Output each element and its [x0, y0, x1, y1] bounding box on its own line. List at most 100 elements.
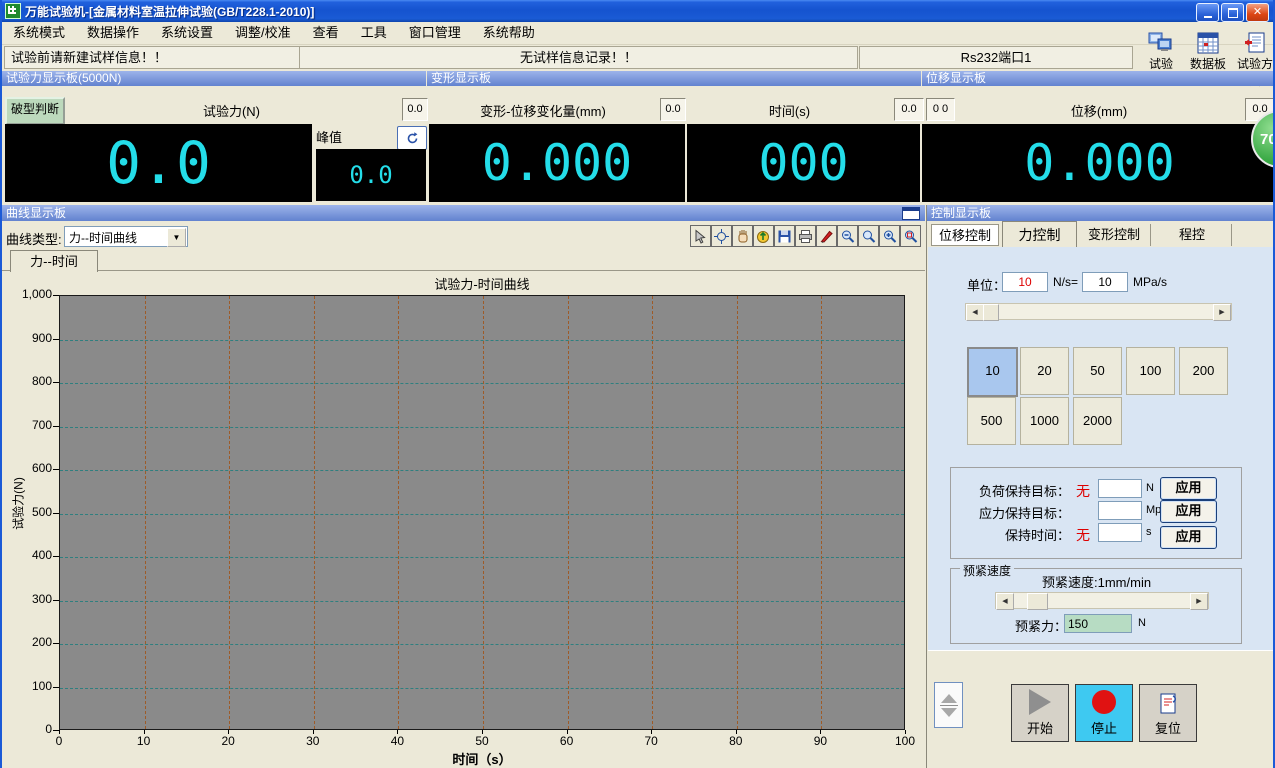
- zoom-region-icon: [903, 229, 918, 244]
- chart-plot-area[interactable]: [59, 295, 905, 730]
- scroll-left-icon[interactable]: ◀: [996, 593, 1014, 610]
- start-button-label: 开始: [1027, 718, 1053, 737]
- rate-unit-label: 单位：: [967, 275, 1006, 294]
- menu-data-operation[interactable]: 数据操作: [76, 22, 150, 44]
- speed-button-1000[interactable]: 1000: [1020, 397, 1069, 445]
- cursor-tool-button[interactable]: [690, 225, 711, 247]
- tab-displacement-control[interactable]: 位移控制: [931, 224, 999, 246]
- scroll-right-icon[interactable]: ▶: [1190, 593, 1208, 610]
- menu-system-settings[interactable]: 系统设置: [150, 22, 224, 44]
- displacement-panel-header: 位移显示板: [922, 71, 1275, 86]
- preload-scrollbar-thumb[interactable]: [1027, 593, 1048, 610]
- close-button[interactable]: ✕: [1246, 3, 1269, 22]
- annotate-tool-button[interactable]: [816, 225, 837, 247]
- load-hold-unit: N: [1146, 482, 1154, 494]
- arrow-down-icon: [941, 708, 957, 717]
- save-icon: [777, 229, 792, 244]
- export-icon: [756, 229, 771, 244]
- tab-force-time-curve[interactable]: 力--时间: [10, 250, 98, 272]
- stress-hold-input[interactable]: [1098, 501, 1142, 520]
- save-tool-button[interactable]: [774, 225, 795, 247]
- speed-button-500[interactable]: 500: [967, 397, 1016, 445]
- toolbar-test-button[interactable]: 试验: [1139, 31, 1183, 71]
- y-tick-mark: [53, 469, 59, 470]
- minimize-button[interactable]: [1196, 3, 1219, 22]
- displacement-aux-value-1: 0 0: [926, 98, 955, 121]
- restore-button[interactable]: [1221, 3, 1244, 22]
- chevron-down-icon[interactable]: ▼: [167, 228, 186, 247]
- stress-hold-apply-button[interactable]: 应用: [1160, 500, 1217, 523]
- menu-system-mode[interactable]: 系统模式: [2, 22, 76, 44]
- menu-tools[interactable]: 工具: [350, 22, 398, 44]
- menu-view[interactable]: 查看: [302, 22, 350, 44]
- crosshair-icon: [714, 229, 729, 244]
- speed-button-2000[interactable]: 2000: [1073, 397, 1122, 445]
- stop-record-icon: [1092, 690, 1116, 714]
- hold-time-apply-button[interactable]: 应用: [1160, 526, 1217, 549]
- close-icon: ✕: [1253, 7, 1262, 18]
- y-tick-label: 900: [4, 331, 52, 345]
- crosshead-jog-button[interactable]: [934, 682, 963, 728]
- print-tool-button[interactable]: [795, 225, 816, 247]
- x-tick-mark: [567, 730, 568, 734]
- menu-adjust-calibrate[interactable]: 调整/校准: [224, 22, 302, 44]
- application-window: 万能试验机-[金属材料室温拉伸试验(GB/T228.1-2010)] ✕ 系统模…: [0, 0, 1275, 768]
- x-tick-label: 30: [298, 734, 328, 748]
- menu-system-help[interactable]: 系统帮助: [472, 22, 546, 44]
- break-judge-button[interactable]: 破型判断: [5, 97, 65, 125]
- curve-type-select[interactable]: 力--时间曲线 ▼: [64, 226, 188, 247]
- rate-n-input[interactable]: [1002, 272, 1048, 292]
- stop-button[interactable]: 停止: [1075, 684, 1133, 742]
- hold-time-input[interactable]: [1098, 523, 1142, 542]
- rate-mpa-input[interactable]: [1082, 272, 1128, 292]
- zoom-in-tool-button[interactable]: [879, 225, 900, 247]
- tab-force-control[interactable]: 力控制: [1002, 221, 1077, 248]
- y-tick-mark: [53, 687, 59, 688]
- cursor-icon: [693, 229, 708, 244]
- toolbar-method-button[interactable]: 试验方法: [1233, 31, 1275, 71]
- load-hold-input[interactable]: [1098, 479, 1142, 498]
- x-tick-label: 10: [129, 734, 159, 748]
- crosshair-tool-button[interactable]: [711, 225, 732, 247]
- speed-button-50[interactable]: 50: [1073, 347, 1122, 395]
- load-hold-flag: 无: [1076, 481, 1090, 501]
- scroll-left-icon[interactable]: ◀: [966, 304, 984, 321]
- reset-button[interactable]: 复位: [1139, 684, 1197, 742]
- v-gridline: [398, 296, 399, 729]
- preload-force-unit: N: [1138, 617, 1146, 629]
- tab-program-control[interactable]: 程控: [1153, 224, 1232, 246]
- x-tick-label: 90: [805, 734, 835, 748]
- preload-scrollbar[interactable]: ◀ ▶: [995, 592, 1209, 609]
- displacement-label: 位移(mm): [957, 101, 1241, 120]
- zoom-out-tool-button[interactable]: [837, 225, 858, 247]
- speed-button-20[interactable]: 20: [1020, 347, 1069, 395]
- rate-scrollbar[interactable]: ◀ ▶: [965, 303, 1232, 320]
- zoom-reset-tool-button[interactable]: [900, 225, 921, 247]
- zoom-tool-button[interactable]: [858, 225, 879, 247]
- peak-refresh-button[interactable]: [397, 126, 427, 150]
- x-tick-mark: [482, 730, 483, 734]
- scroll-right-icon[interactable]: ▶: [1213, 304, 1231, 321]
- rate-scrollbar-thumb[interactable]: [983, 304, 999, 321]
- speed-button-100[interactable]: 100: [1126, 347, 1175, 395]
- load-hold-apply-button[interactable]: 应用: [1160, 477, 1217, 500]
- minimize-icon: [1204, 16, 1212, 18]
- zoom-out-icon: [840, 229, 855, 244]
- menu-window-manage[interactable]: 窗口管理: [398, 22, 472, 44]
- restore-icon: [1228, 8, 1238, 18]
- speed-button-200[interactable]: 200: [1179, 347, 1228, 395]
- chart-x-axis-label: 时间（s）: [59, 749, 905, 768]
- speed-button-10[interactable]: 10: [967, 347, 1018, 397]
- curve-panel-header: 曲线显示板: [2, 205, 925, 221]
- stress-hold-label: 应力保持目标：: [960, 503, 1070, 522]
- toolbar-databoard-button[interactable]: 数据板: [1186, 31, 1230, 71]
- x-tick-label: 20: [213, 734, 243, 748]
- panel-restore-icon[interactable]: [902, 207, 920, 220]
- start-button[interactable]: 开始: [1011, 684, 1069, 742]
- control-panel-header: 控制显示板: [927, 205, 1275, 221]
- preload-force-input[interactable]: [1064, 614, 1132, 633]
- pan-tool-button[interactable]: [732, 225, 753, 247]
- export-tool-button[interactable]: [753, 225, 774, 247]
- tab-deform-control[interactable]: 变形控制: [1078, 224, 1151, 246]
- h-gridline: [60, 427, 904, 428]
